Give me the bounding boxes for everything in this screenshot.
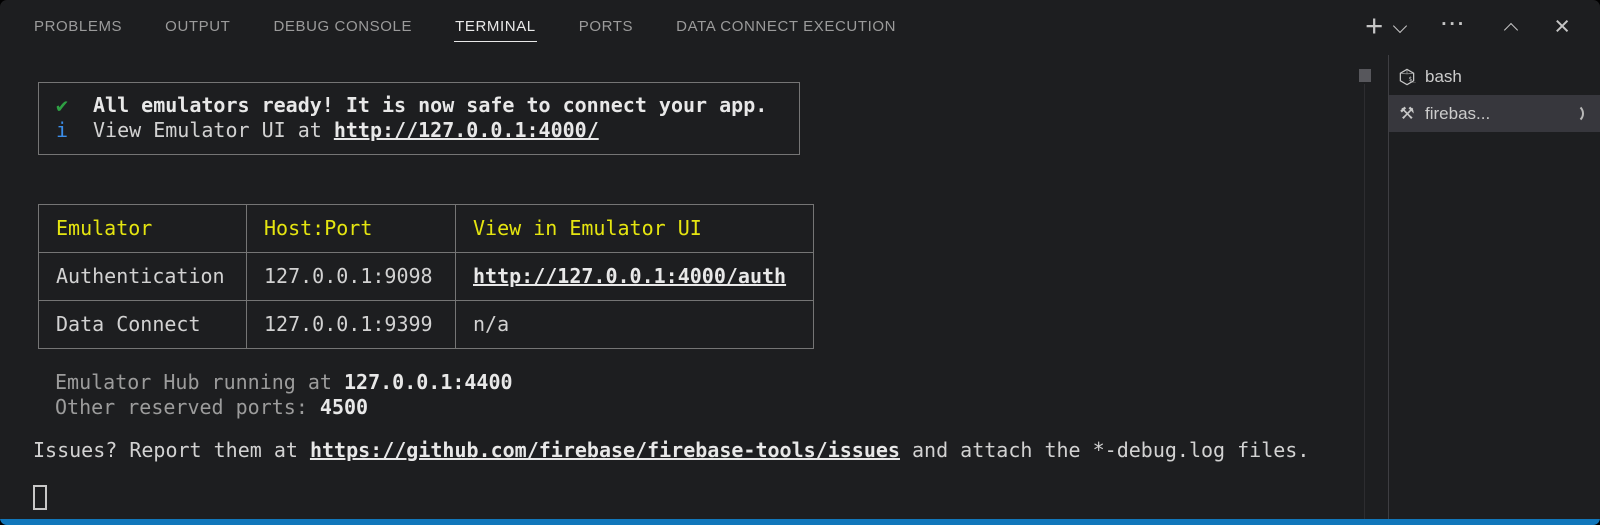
cell-view-ui: n/a (456, 301, 814, 349)
table-row: Authentication 127.0.0.1:9098 http://127… (39, 253, 814, 301)
chevron-down-icon (1393, 18, 1407, 32)
info-icon: i (56, 118, 93, 143)
tab-ports[interactable]: PORTS (578, 13, 634, 42)
terminal-output: ✔All emulators ready! It is now safe to … (0, 55, 1388, 519)
auth-ui-link[interactable]: http://127.0.0.1:4000/auth (473, 264, 786, 288)
issues-suffix: and attach the *-debug.log files. (900, 438, 1309, 462)
terminal-cursor (33, 485, 47, 510)
table-row: Data Connect 127.0.0.1:9399 n/a (39, 301, 814, 349)
more-actions-button[interactable]: ··· (1441, 14, 1466, 36)
header-host-port: Host:Port (247, 205, 456, 253)
cell-host-port: 127.0.0.1:9098 (247, 253, 456, 301)
maximize-panel-button[interactable] (1506, 20, 1516, 35)
panel-tabbar: PROBLEMS OUTPUT DEBUG CONSOLE TERMINAL P… (0, 0, 897, 55)
launch-profile-dropdown[interactable] (1383, 25, 1405, 31)
table-header-row: Emulator Host:Port View in Emulator UI (39, 205, 814, 253)
svg-text:$_: $_ (1408, 76, 1416, 83)
hub-line: Emulator Hub running at 127.0.0.1:4400 (55, 370, 1388, 395)
loading-spinner-icon (1565, 104, 1584, 123)
issues-line: Issues? Report them at https://github.co… (33, 438, 1388, 463)
hub-address: 127.0.0.1:4400 (344, 370, 513, 394)
ready-message: All emulators ready! It is now safe to c… (93, 93, 767, 117)
reserved-ports-line: Other reserved ports: 4500 (55, 395, 1388, 420)
tab-debug-console[interactable]: DEBUG CONSOLE (272, 13, 413, 42)
check-icon: ✔ (56, 93, 93, 118)
terminal-tabs-list: $_ bash ⚒ firebas... (1389, 55, 1600, 519)
emulator-table: Emulator Host:Port View in Emulator UI A… (38, 204, 814, 349)
terminal-tab-label: bash (1425, 67, 1462, 87)
scrollbar-track (1364, 84, 1365, 519)
header-view-in-ui: View in Emulator UI (456, 205, 814, 253)
hub-label: Emulator Hub running at (55, 370, 344, 394)
issues-link[interactable]: https://github.com/firebase/firebase-too… (310, 438, 900, 462)
issues-prefix: Issues? Report them at (33, 438, 310, 462)
tab-output[interactable]: OUTPUT (164, 13, 231, 42)
terminal-tab-bash[interactable]: $_ bash (1389, 58, 1600, 95)
bash-terminal-icon: $_ (1398, 68, 1416, 86)
header-emulator: Emulator (39, 205, 247, 253)
tools-icon: ⚒ (1398, 105, 1416, 123)
ready-line: ✔All emulators ready! It is now safe to … (39, 93, 799, 118)
cell-emulator: Data Connect (39, 301, 247, 349)
chevron-up-icon (1504, 23, 1518, 37)
terminal-tab-label: firebas... (1425, 104, 1490, 124)
cell-emulator: Authentication (39, 253, 247, 301)
close-panel-button[interactable]: × (1554, 13, 1570, 40)
cell-view-ui: http://127.0.0.1:4000/auth (456, 253, 814, 301)
tab-problems[interactable]: PROBLEMS (33, 13, 123, 42)
emulator-ui-line: iView Emulator UI at http://127.0.0.1:40… (39, 118, 799, 143)
emulator-ui-link[interactable]: http://127.0.0.1:4000/ (334, 118, 599, 142)
ports-label: Other reserved ports: (55, 395, 320, 419)
status-bar-edge (0, 519, 1600, 525)
cell-host-port: 127.0.0.1:9399 (247, 301, 456, 349)
tab-terminal[interactable]: TERMINAL (454, 13, 537, 42)
scrollbar-thumb[interactable] (1359, 69, 1371, 82)
new-terminal-button[interactable]: + (1365, 10, 1383, 41)
panel-actions: + ··· × (1365, 0, 1570, 55)
emulator-ui-prefix: View Emulator UI at (93, 118, 334, 142)
tab-data-connect-execution[interactable]: DATA CONNECT EXECUTION (675, 13, 897, 42)
emulators-ready-box: ✔All emulators ready! It is now safe to … (38, 82, 800, 155)
terminal-tab-firebase[interactable]: ⚒ firebas... (1389, 95, 1600, 132)
terminal-panel: PROBLEMS OUTPUT DEBUG CONSOLE TERMINAL P… (0, 0, 1600, 525)
ports-value: 4500 (320, 395, 368, 419)
